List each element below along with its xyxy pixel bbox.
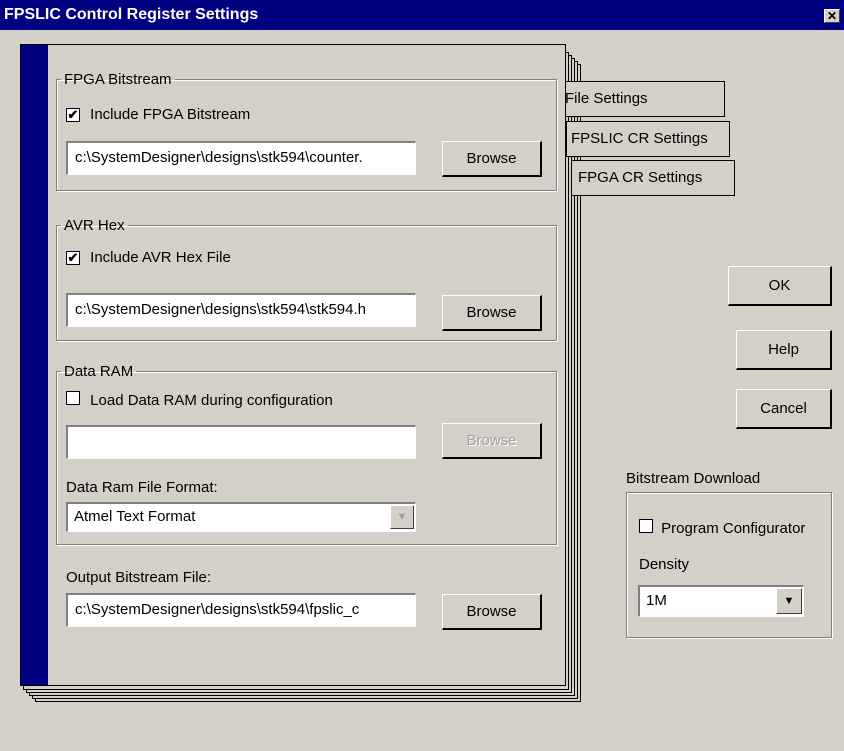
include-fpga-checkbox[interactable]: ✔ Include FPGA Bitstream	[66, 106, 250, 123]
output-bitstream-label: Output Bitstream File:	[66, 569, 212, 586]
density-label: Density	[639, 556, 690, 573]
data-ram-format-select: Atmel Text Format ▼	[66, 502, 416, 532]
load-data-ram-label: Load Data RAM during configuration	[90, 392, 333, 409]
fpga-browse-button[interactable]: Browse	[442, 141, 542, 177]
cancel-button[interactable]: Cancel	[736, 389, 832, 429]
ok-button[interactable]: OK	[728, 266, 832, 306]
load-data-ram-checkbox[interactable]: Load Data RAM during configuration	[66, 391, 333, 409]
window-title: FPSLIC Control Register Settings	[4, 6, 259, 23]
check-icon: ✔	[66, 250, 80, 265]
data-ram-path-input[interactable]	[66, 425, 416, 459]
avr-hex-path-input[interactable]: c:\SystemDesigner\designs\stk594\stk594.…	[66, 293, 416, 327]
avr-hex-legend: AVR Hex	[64, 217, 125, 234]
data-ram-format-value: Atmel Text Format	[74, 508, 196, 525]
checkbox-box	[639, 519, 653, 533]
density-select[interactable]: 1M ▼	[638, 585, 804, 617]
check-icon: ✔	[66, 107, 80, 122]
fpga-bitstream-legend: FPGA Bitstream	[64, 71, 172, 88]
fpga-bitstream-path-input[interactable]: c:\SystemDesigner\designs\stk594\counter…	[66, 141, 416, 175]
data-ram-format-label: Data Ram File Format:	[66, 479, 218, 496]
program-configurator-label: Program Configurator	[661, 520, 806, 537]
chevron-down-icon: ▼	[390, 505, 414, 529]
output-bitstream-path-input[interactable]: c:\SystemDesigner\designs\stk594\fpslic_…	[66, 593, 416, 627]
output-browse-button[interactable]: Browse	[442, 594, 542, 630]
include-avr-label: Include AVR Hex File	[90, 249, 231, 266]
include-avr-checkbox[interactable]: ✔ Include AVR Hex File	[66, 249, 231, 266]
data-ram-legend: Data RAM	[64, 363, 134, 380]
file-settings-page: FPGA Bitstream ✔ Include FPGA Bitstream …	[20, 44, 566, 686]
program-configurator-checkbox[interactable]: Program Configurator	[639, 519, 805, 537]
chevron-down-icon[interactable]: ▼	[776, 588, 802, 614]
bitstream-download-title: Bitstream Download	[626, 470, 761, 487]
density-value: 1M	[646, 592, 667, 609]
include-fpga-label: Include FPGA Bitstream	[90, 106, 251, 123]
tab-fpslic-cr-settings[interactable]: FPSLIC CR Settings	[566, 121, 730, 157]
checkbox-box	[66, 391, 80, 405]
close-icon[interactable]: ✕	[824, 9, 840, 23]
title-bar: FPSLIC Control Register Settings ✕	[0, 0, 844, 30]
page-side-strip	[21, 45, 48, 685]
avr-browse-button[interactable]: Browse	[442, 295, 542, 331]
data-ram-browse-button: Browse	[442, 423, 542, 459]
tab-fpga-cr-settings[interactable]: FPGA CR Settings	[571, 160, 735, 196]
tab-file-settings[interactable]: File Settings	[561, 81, 725, 117]
help-button[interactable]: Help	[736, 330, 832, 370]
